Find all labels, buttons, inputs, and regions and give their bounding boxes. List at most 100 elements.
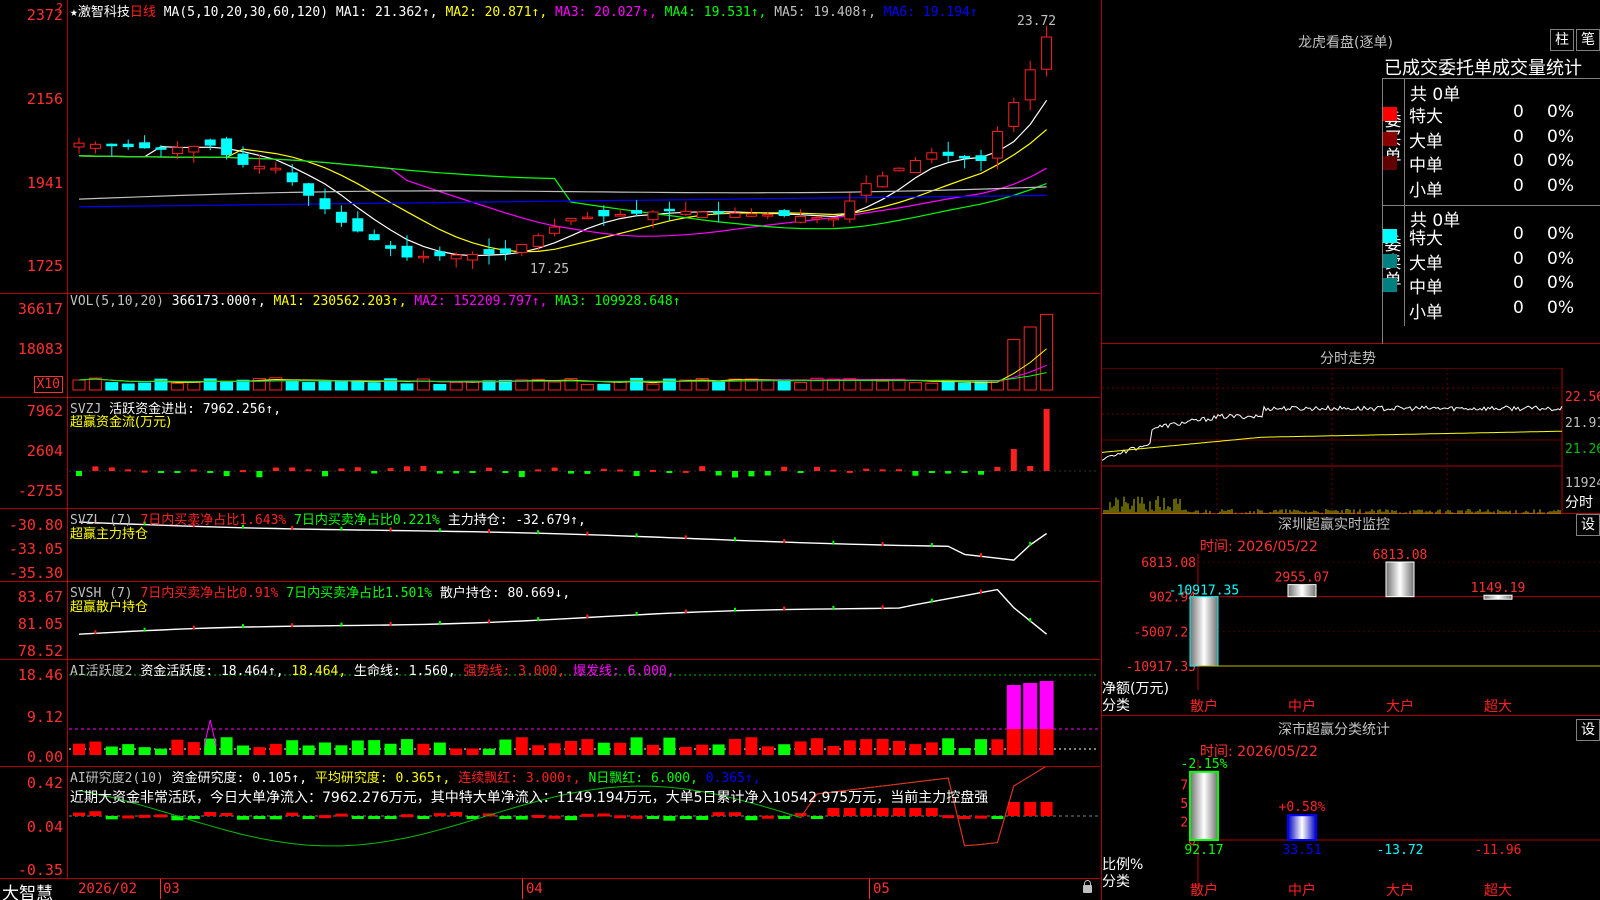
intraday-tab[interactable]: 分时	[1565, 492, 1593, 512]
volume-plot[interactable]	[69, 294, 1099, 397]
date-tick	[160, 879, 161, 899]
research-bar	[893, 808, 905, 816]
svzj-bar	[387, 468, 394, 471]
ma1-value: MA1: 21.362↑,	[335, 5, 438, 20]
svzl-y-label: -35.30	[8, 564, 63, 582]
svzl-panel[interactable]: -30.80 -33.05 -35.30 SVZL (7) 7日内买卖净占比1.…	[0, 509, 1100, 582]
research-bar	[204, 812, 217, 816]
candle-body	[139, 142, 151, 149]
svzj-bar	[404, 466, 410, 471]
candle-body	[598, 209, 610, 217]
candle-body	[188, 145, 200, 153]
research-bar	[171, 816, 184, 821]
svzj-bar	[584, 471, 591, 474]
candle-body	[450, 254, 462, 260]
activity-bar	[1039, 729, 1054, 755]
kline-panel[interactable]: 2372 2156 1941 1725 ? ★激智科技日线 MA(5,10,20…	[0, 0, 1100, 294]
activity-bar	[811, 738, 823, 755]
activity-bar	[483, 748, 495, 755]
svsh-line-tick	[488, 619, 490, 624]
svzj-bar	[289, 467, 296, 471]
period-label[interactable]: 日线	[130, 5, 156, 20]
candle-body	[827, 217, 839, 221]
ai-activity-panel[interactable]: 18.46 9.12 0.00 AI活跃度2 资金活跃度: 18.464↑, 1…	[0, 660, 1100, 767]
activity-bar	[253, 747, 266, 755]
monitor-bar-value: 1149.19	[1471, 581, 1526, 596]
bar-mode-button[interactable]: 柱	[1550, 29, 1574, 51]
volume-bar	[449, 381, 463, 391]
volume-panel[interactable]: 36617 18083 X10 VOL(5,10,20) 366173.000↑…	[0, 294, 1100, 398]
candle-body	[73, 142, 85, 148]
volume-bar	[859, 379, 873, 391]
activity-bar	[893, 741, 905, 755]
activity-bar	[499, 739, 512, 755]
activity-bar	[204, 738, 217, 755]
order-stats-divider	[1382, 78, 1600, 79]
activity-burst-bar	[1023, 683, 1038, 729]
activity-bar	[581, 739, 594, 755]
classify-category-label: 大户	[1386, 882, 1414, 899]
kline-y-axis: 2372 2156 1941 1725	[0, 0, 68, 293]
svzj-bar	[846, 470, 853, 473]
ai-research-p1: 资金研究度: 0.105↑,	[171, 771, 308, 786]
ai-activity-p4: 强势线: 3.000,	[463, 664, 566, 679]
research-bar	[991, 816, 1004, 819]
svzj-bar	[240, 470, 246, 473]
svzj-bar	[174, 471, 181, 473]
volume-bar	[794, 382, 808, 391]
tick-mode-button[interactable]: 笔	[1576, 29, 1600, 51]
research-bar	[975, 815, 987, 819]
kline-y-label: 1725	[26, 257, 63, 275]
buy-order-percent: 0%	[1547, 102, 1574, 122]
svzj-bar	[108, 467, 115, 471]
buy-order-swatch	[1383, 156, 1397, 170]
svsh-line-tick	[340, 622, 343, 627]
sell-order-percent: 0%	[1547, 273, 1574, 293]
kline-plot[interactable]	[69, 0, 1099, 293]
svzj-bar	[928, 471, 935, 473]
research-bar	[581, 813, 594, 817]
svzj-bar	[699, 466, 706, 471]
activity-bar	[450, 748, 463, 755]
activity-bar	[89, 741, 102, 755]
volume-bar	[285, 380, 299, 391]
svzj-panel[interactable]: 7962 2604 -2755 SVZJ 活跃资金进出: 7962.256↑, …	[0, 398, 1100, 509]
ai-research-panel[interactable]: 0.42 0.04 -0.35 AI研究度2(10) 资金研究度: 0.105↑…	[0, 767, 1100, 879]
svzj-bar	[436, 471, 443, 474]
research-bar	[433, 813, 446, 817]
svzj-bar	[682, 470, 689, 473]
candle-body	[713, 210, 725, 214]
ai-activity-label: AI活跃度2	[70, 664, 133, 679]
sell-order-count: 0	[1513, 224, 1524, 244]
activity-bar	[417, 743, 430, 755]
activity-bar	[827, 745, 840, 755]
candle-body	[959, 155, 971, 159]
star-icon[interactable]: ★	[70, 5, 78, 20]
svsh-line-tick	[1029, 617, 1032, 622]
monitor-caption: 分类	[1102, 698, 1130, 714]
candle-body	[221, 138, 233, 156]
research-bar	[1040, 802, 1053, 816]
intraday-y-label: 21.26	[1565, 442, 1600, 457]
research-bar	[647, 816, 659, 819]
svsh-panel[interactable]: 83.67 81.05 78.52 SVSH (7) 7日内买卖净占比0.91%…	[0, 582, 1100, 660]
svsh-line-tick	[438, 620, 441, 625]
svzj-y-label: -2755	[17, 482, 63, 500]
kline-svg	[73, 25, 1053, 269]
date-label: 04	[526, 881, 543, 897]
activity-bar	[351, 740, 364, 755]
candle-body	[565, 217, 577, 222]
activity-bar	[368, 740, 381, 755]
activity-bar	[220, 737, 233, 755]
volume-bar	[187, 381, 201, 391]
ai-activity-y-label: 18.46	[17, 666, 63, 684]
svzj-bar	[732, 471, 738, 478]
monitor-bar-value: 2955.07	[1275, 571, 1330, 586]
buy-order-count: 0	[1513, 175, 1524, 196]
svzj-bar	[715, 471, 722, 476]
intraday-box[interactable]: 分时走势 22.56 21.91 21.26 11924 分时	[1102, 344, 1600, 514]
candle-body	[926, 152, 938, 160]
ai-research-label: AI研究度2(10)	[70, 771, 164, 786]
svzj-bar	[978, 471, 984, 475]
chart-area[interactable]: 2372 2156 1941 1725 ? ★激智科技日线 MA(5,10,20…	[0, 0, 1100, 900]
